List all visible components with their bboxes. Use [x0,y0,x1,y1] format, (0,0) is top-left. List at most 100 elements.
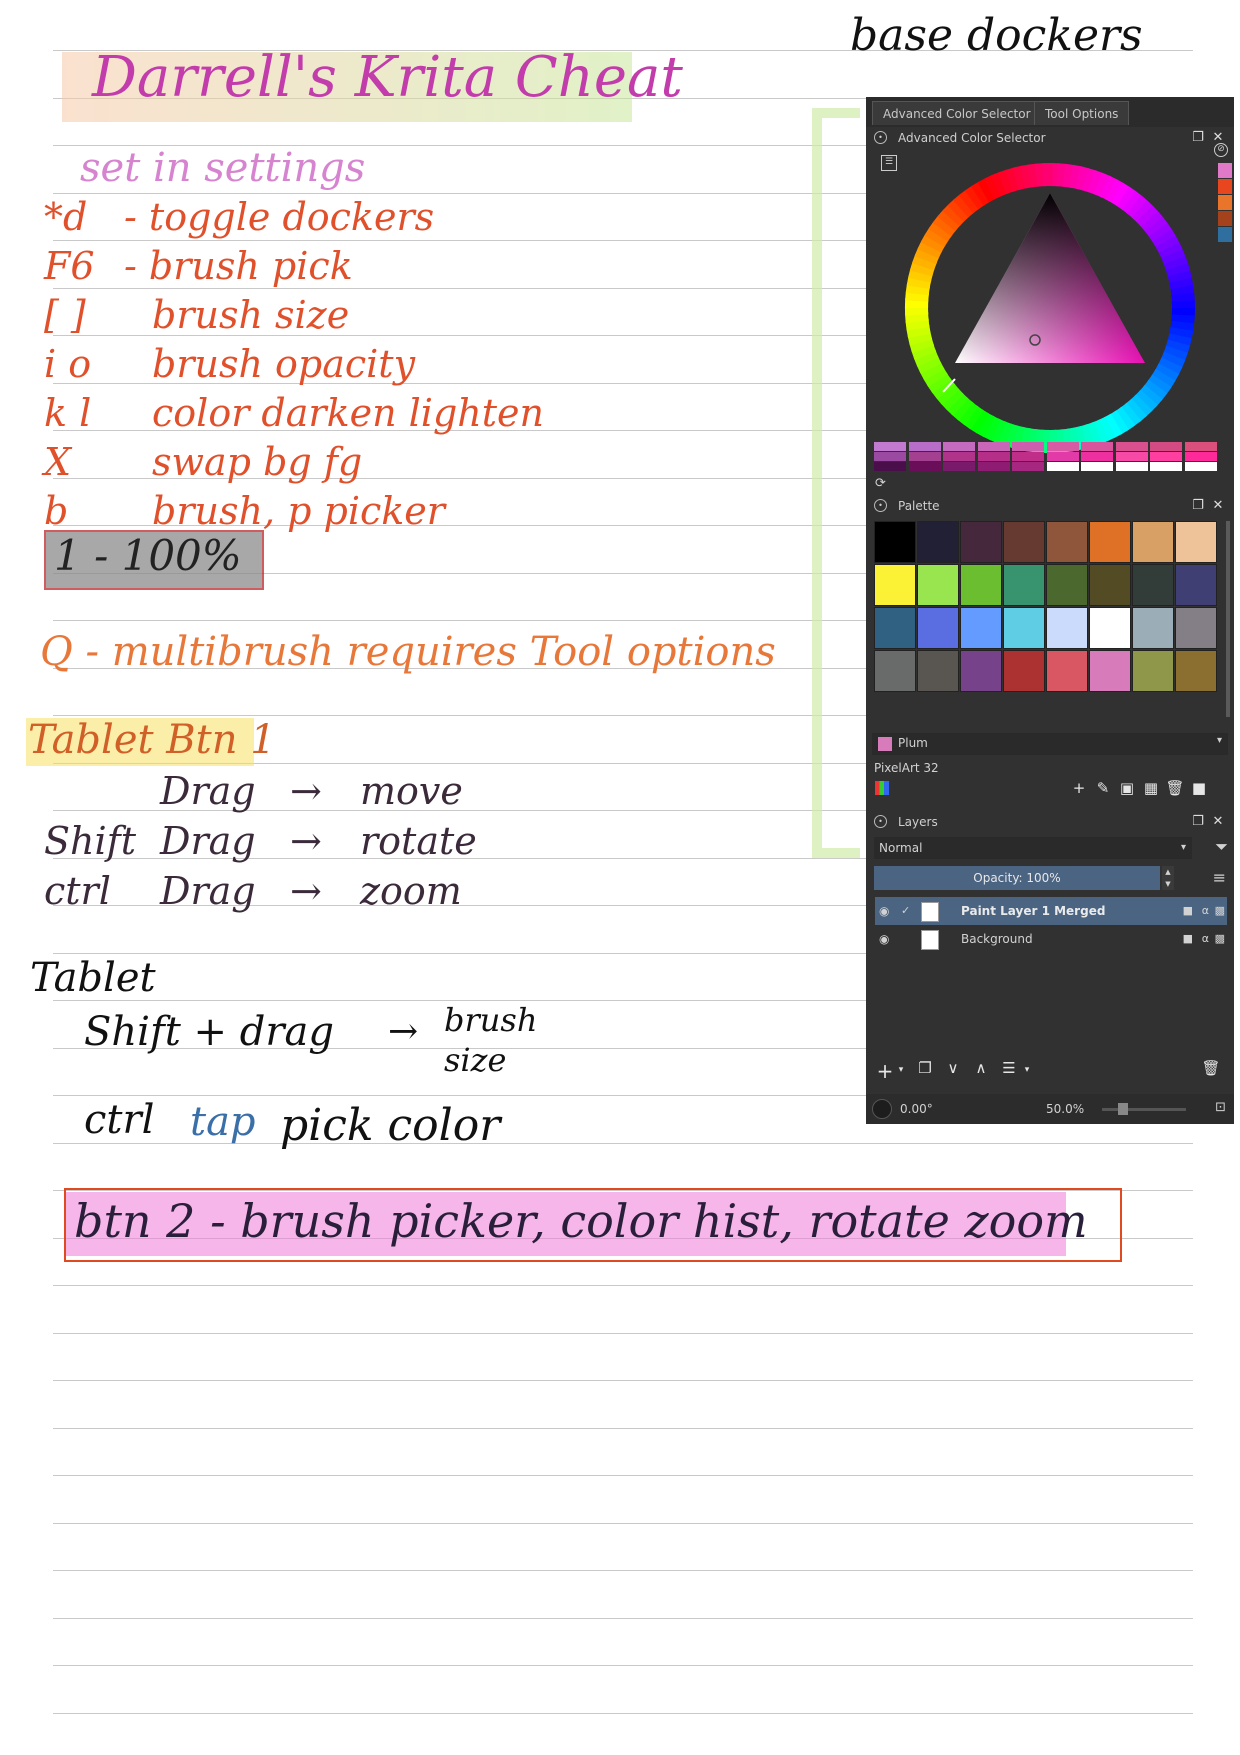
history-swatch[interactable] [1218,179,1232,194]
move-down-icon[interactable]: ∨ [942,1059,964,1077]
eye-icon[interactable]: ◉ [879,897,889,925]
recent-swatch[interactable] [1046,452,1079,461]
palette-swatch[interactable] [960,564,1002,606]
palette-swatch[interactable] [874,650,916,692]
recent-swatch[interactable] [908,442,941,451]
palette-swatch[interactable] [917,521,959,563]
palette-swatch[interactable] [874,564,916,606]
palette-swatch[interactable] [1132,650,1174,692]
history-swatch[interactable] [1218,195,1232,210]
add-icon[interactable]: + [1068,779,1090,797]
recent-swatch[interactable] [1184,462,1217,471]
recent-swatch[interactable] [977,452,1010,461]
refresh-icon[interactable]: ⟳ [875,476,886,491]
palette-swatch[interactable] [917,650,959,692]
float-icon[interactable]: ❐ [1190,127,1206,149]
move-up-icon[interactable]: ∧ [970,1059,992,1077]
chevron-down-icon[interactable]: ▾ [1217,735,1222,746]
rotation-dial-icon[interactable] [872,1099,892,1119]
opacity-stepper[interactable]: ▲ ▼ [1162,866,1174,890]
recent-swatch[interactable] [1081,462,1113,471]
palette-swatch[interactable] [1089,650,1131,692]
color-wheel[interactable] [895,153,1205,463]
recent-swatch[interactable] [1150,442,1182,451]
recent-swatch[interactable] [943,442,975,451]
recent-swatch[interactable] [1115,452,1148,461]
alpha-lock-icon[interactable]: α [1202,925,1209,953]
zoom-slider-handle[interactable] [1118,1103,1128,1115]
palette-swatch[interactable] [1175,564,1217,606]
tab-advanced-color-selector[interactable]: Advanced Color Selector [872,101,1042,125]
palette-swatch[interactable] [1046,607,1088,649]
recent-swatch[interactable] [1081,452,1113,461]
palette-swatch[interactable] [1046,564,1088,606]
checkbox[interactable]: ✓ [901,897,910,925]
palette-swatch[interactable] [1132,607,1174,649]
recent-swatch[interactable] [1184,442,1217,451]
palette-swatch[interactable] [960,521,1002,563]
history-swatch[interactable] [1218,163,1232,178]
palette-swatch[interactable] [1089,521,1131,563]
recent-swatch[interactable] [874,442,906,451]
opacity-slider[interactable]: Opacity: 100% [874,866,1160,890]
recent-swatch[interactable] [977,442,1010,451]
recent-swatch[interactable] [1184,452,1217,461]
palette-swatch[interactable] [874,521,916,563]
chevron-down-icon[interactable]: ▾ [890,1065,912,1075]
close-icon[interactable]: ✕ [1210,811,1226,833]
float-icon[interactable]: ❐ [1190,811,1206,833]
palette-swatch[interactable] [960,650,1002,692]
layer-row[interactable]: ◉ Background ■ α ▩ [875,925,1227,953]
palette-swatch[interactable] [1003,564,1045,606]
lock-icon[interactable]: ■ [1183,897,1193,925]
recent-swatch[interactable] [1150,452,1182,461]
recent-swatch[interactable] [908,452,941,461]
palette-swatch[interactable] [1175,521,1217,563]
recent-swatch[interactable] [874,452,906,461]
recent-swatch[interactable] [1115,462,1148,471]
menu-icon[interactable]: ≡ [1213,868,1226,887]
palette-swatch[interactable] [1003,650,1045,692]
recent-swatch[interactable] [1046,442,1079,451]
edit-icon[interactable]: ✎ [1092,779,1114,797]
palette-swatch[interactable] [917,607,959,649]
palette-selected-row[interactable]: Plum ▾ [872,733,1228,755]
palette-swatch[interactable] [960,607,1002,649]
lock-icon[interactable]: • [874,131,887,144]
recent-swatch[interactable] [977,462,1010,471]
chevron-down-icon[interactable]: ▾ [1016,1065,1038,1075]
grid-icon[interactable]: ▦ [1140,779,1162,797]
palette-swatch[interactable] [1003,607,1045,649]
lock-icon[interactable]: • [874,499,887,512]
save-icon[interactable]: ▣ [1116,779,1138,797]
trash-icon[interactable]: 🗑 [1164,779,1186,797]
lock-icon[interactable]: ■ [1183,925,1193,953]
palette-swatch[interactable] [917,564,959,606]
recent-swatch[interactable] [1115,442,1148,451]
palette-swatch[interactable] [1132,564,1174,606]
zoom-slider[interactable] [1102,1108,1186,1111]
filter-icon[interactable]: ⏷ [1215,837,1228,857]
inherit-alpha-icon[interactable]: ▩ [1215,897,1225,925]
duplicate-layer-icon[interactable]: ❐ [914,1059,936,1077]
lock-icon[interactable]: ■ [1188,779,1210,797]
palette-scrollbar[interactable] [1226,521,1230,717]
trash-icon[interactable]: 🗑 [1200,1059,1222,1077]
inherit-alpha-icon[interactable]: ▩ [1215,925,1225,953]
palette-grid-icon[interactable] [875,781,889,795]
tab-tool-options[interactable]: Tool Options [1034,101,1130,125]
history-swatch[interactable] [1218,227,1232,242]
recent-swatch[interactable] [1012,442,1044,451]
recent-swatch[interactable] [874,462,906,471]
fit-screen-icon[interactable]: ⊡ [1215,1100,1226,1115]
palette-swatch[interactable] [1003,521,1045,563]
palette-swatch[interactable] [1175,650,1217,692]
palette-swatch[interactable] [874,607,916,649]
lock-icon[interactable]: • [874,815,887,828]
palette-swatch[interactable] [1089,564,1131,606]
close-icon[interactable]: ✕ [1210,495,1226,517]
float-icon[interactable]: ❐ [1190,495,1206,517]
recent-swatch[interactable] [943,462,975,471]
palette-swatch[interactable] [1046,521,1088,563]
recent-swatch[interactable] [908,462,941,471]
